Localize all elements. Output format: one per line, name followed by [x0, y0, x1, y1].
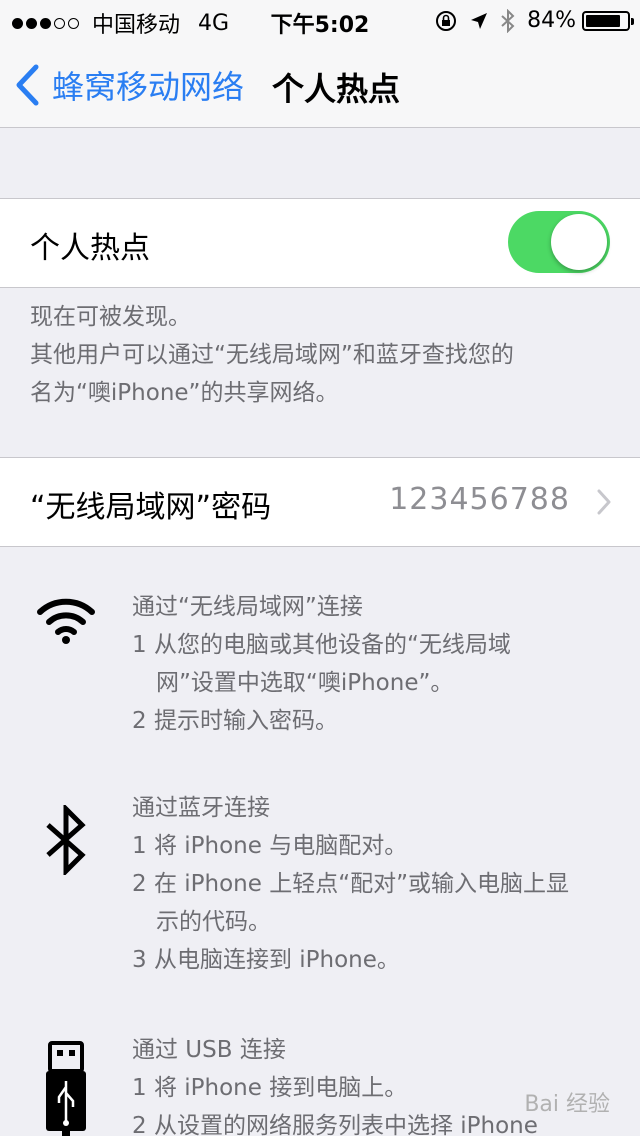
hotspot-label: 个人热点 [30, 231, 150, 266]
bluetooth-step-3: 3 从电脑连接到 iPhone。 [132, 947, 400, 973]
status-bar: 中国移动 4G 下午5:02 84% [0, 0, 640, 40]
wifi-step-2: 2 提示时输入密码。 [132, 708, 338, 734]
wifi-password-value: 123456788 [389, 482, 570, 517]
wifi-instructions: 通过“无线局域网”连接 1 从您的电脑或其他设备的“无线局域 网”设置中选取“噢… [132, 588, 632, 740]
battery-level [586, 14, 620, 27]
battery-icon [582, 10, 634, 31]
wifi-password-label: “无线局域网”密码 [30, 490, 272, 525]
hotspot-cell: 个人热点 [0, 198, 640, 288]
bluetooth-status-icon [501, 8, 515, 33]
wifi-step-1-cont: 网”设置中选取“噢iPhone”。 [156, 670, 454, 696]
bluetooth-icon [46, 805, 86, 875]
discoverable-footnote: 现在可被发现。 其他用户可以通过“无线局域网”和蓝牙查找您的 名为“噢iPhon… [30, 298, 514, 412]
page-title: 个人热点 [272, 70, 401, 108]
usb-icon [46, 1041, 86, 1136]
back-button[interactable]: 蜂窝移动网络 [14, 62, 244, 108]
orientation-lock-icon [435, 10, 457, 32]
wifi-password-cell[interactable]: “无线局域网”密码 123456788 [0, 457, 640, 547]
discoverable-desc-line1: 其他用户可以通过“无线局域网”和蓝牙查找您的 [30, 342, 514, 368]
wifi-section-title: 通过“无线局域网”连接 [132, 594, 363, 620]
bluetooth-step-2: 2 在 iPhone 上轻点“配对”或输入电脑上显 [132, 871, 570, 897]
discoverable-desc-line2: 名为“噢iPhone”的共享网络。 [30, 380, 339, 406]
bluetooth-instructions: 通过蓝牙连接 1 将 iPhone 与电脑配对。 2 在 iPhone 上轻点“… [132, 789, 632, 979]
back-label: 蜂窝移动网络 [52, 68, 245, 106]
hotspot-toggle[interactable] [508, 211, 610, 273]
status-right: 84% [423, 8, 634, 33]
battery-percent: 84% [527, 8, 576, 33]
location-arrow-icon [469, 11, 489, 31]
toggle-knob [551, 214, 607, 270]
bluetooth-step-2-cont: 示的代码。 [156, 909, 271, 935]
discoverable-status: 现在可被发现。 [30, 304, 191, 330]
chevron-right-icon [597, 489, 611, 515]
usb-instructions: 通过 USB 连接 1 将 iPhone 接到电脑上。 2 从设置的网络服务列表… [132, 1031, 632, 1136]
chevron-left-icon [16, 64, 39, 106]
bluetooth-step-1: 1 将 iPhone 与电脑配对。 [132, 833, 408, 859]
wifi-icon [37, 598, 95, 644]
baidu-watermark: Bai 经验 [524, 1092, 610, 1117]
wifi-step-1: 1 从您的电脑或其他设备的“无线局域 [132, 632, 511, 658]
bluetooth-section-title: 通过蓝牙连接 [132, 795, 270, 821]
navigation-bar: 蜂窝移动网络 个人热点 [0, 40, 640, 128]
usb-section-title: 通过 USB 连接 [132, 1037, 286, 1063]
